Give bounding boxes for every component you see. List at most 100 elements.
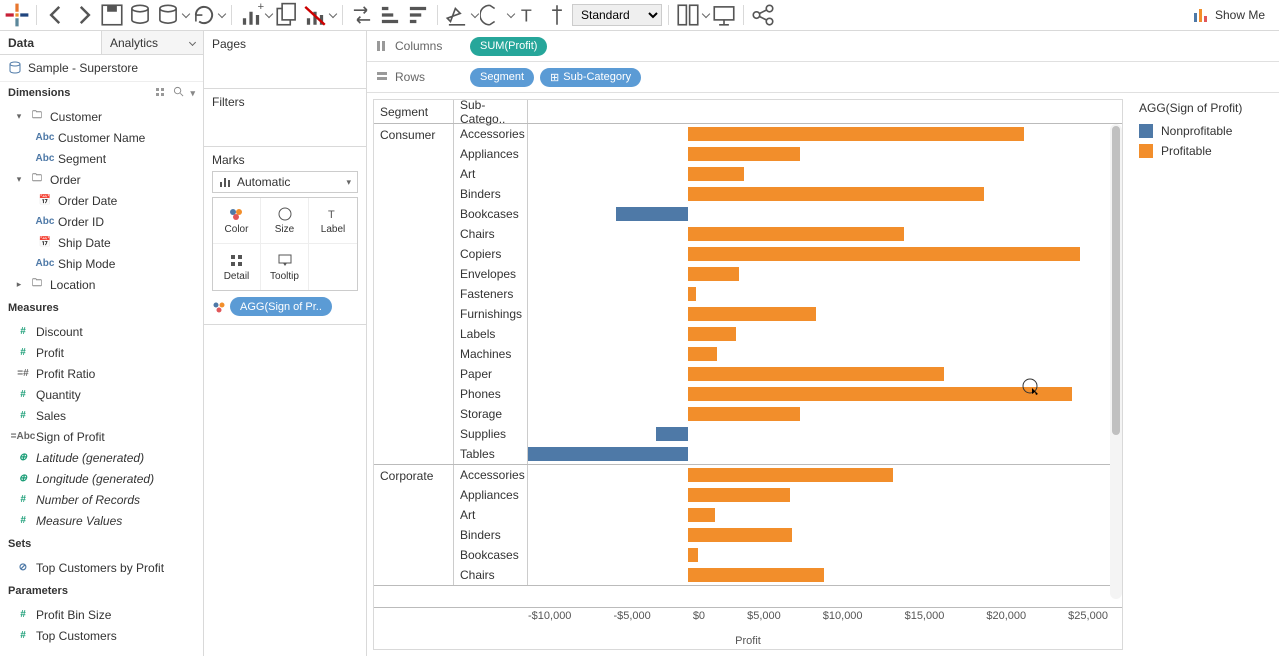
- bar[interactable]: [688, 287, 696, 301]
- datasource-dropdown[interactable]: [155, 2, 189, 28]
- subcategory-header[interactable]: Furnishings: [454, 304, 528, 324]
- bar[interactable]: [688, 267, 739, 281]
- back-icon[interactable]: [43, 2, 69, 28]
- header-subcategory[interactable]: Sub-Catego..: [454, 100, 528, 123]
- header-segment[interactable]: Segment: [374, 100, 454, 123]
- subcategory-header[interactable]: Labels: [454, 324, 528, 344]
- bar[interactable]: [688, 488, 790, 502]
- sort-asc-icon[interactable]: [377, 2, 403, 28]
- subcategory-header[interactable]: Accessories: [454, 124, 528, 144]
- clear-sheet-dropdown[interactable]: [302, 2, 336, 28]
- field-profit-bin-size[interactable]: #Profit Bin Size: [0, 604, 203, 625]
- show-me-button[interactable]: Show Me: [1183, 7, 1275, 23]
- field-top-customers-set[interactable]: ⊘Top Customers by Profit: [0, 557, 203, 578]
- subcategory-header[interactable]: Tables: [454, 444, 528, 464]
- bar[interactable]: [688, 347, 717, 361]
- bar[interactable]: [688, 548, 698, 562]
- bar[interactable]: [688, 387, 1072, 401]
- subcategory-header[interactable]: Fasteners: [454, 284, 528, 304]
- field-order-date[interactable]: 📅Order Date: [0, 190, 203, 211]
- folder-location[interactable]: ▸🗀Location: [0, 274, 203, 295]
- field-profit-ratio[interactable]: =#Profit Ratio: [0, 363, 203, 384]
- bar[interactable]: [656, 427, 688, 441]
- subcategory-header[interactable]: Phones: [454, 384, 528, 404]
- subcategory-header[interactable]: Binders: [454, 525, 528, 545]
- bar[interactable]: [688, 468, 893, 482]
- bar[interactable]: [688, 528, 792, 542]
- marks-label[interactable]: TLabel: [309, 198, 357, 244]
- pin-icon[interactable]: [544, 2, 570, 28]
- tab-analytics[interactable]: Analytics: [101, 31, 203, 54]
- subcategory-header[interactable]: Paper: [454, 364, 528, 384]
- bar[interactable]: [688, 167, 744, 181]
- subcategory-header[interactable]: Envelopes: [454, 264, 528, 284]
- subcategory-header[interactable]: Bookcases: [454, 204, 528, 224]
- tableau-logo-icon[interactable]: [4, 2, 30, 28]
- subcategory-header[interactable]: Copiers: [454, 244, 528, 264]
- bar[interactable]: [688, 307, 816, 321]
- rows-shelf[interactable]: Rows Segment ⊞Sub-Category: [367, 62, 1279, 93]
- subcategory-header[interactable]: Storage: [454, 404, 528, 424]
- refresh-dropdown[interactable]: [191, 2, 225, 28]
- field-longitude[interactable]: ⊕Longitude (generated): [0, 468, 203, 489]
- subcategory-header[interactable]: Chairs: [454, 224, 528, 244]
- bar[interactable]: [688, 147, 800, 161]
- field-measure-values[interactable]: #Measure Values: [0, 510, 203, 531]
- presentation-icon[interactable]: [711, 2, 737, 28]
- bar[interactable]: [688, 407, 800, 421]
- legend-item-nonprofitable[interactable]: Nonprofitable: [1139, 121, 1269, 141]
- color-pill[interactable]: AGG(Sign of Pr..: [230, 297, 332, 316]
- viz-canvas[interactable]: Segment Sub-Catego.. ConsumerAccessories…: [373, 99, 1123, 650]
- bar[interactable]: [688, 327, 736, 341]
- bar[interactable]: [528, 447, 688, 461]
- sort-desc-icon[interactable]: [405, 2, 431, 28]
- share-icon[interactable]: [750, 2, 776, 28]
- menu-icon[interactable]: ▾: [190, 88, 195, 99]
- pages-shelf[interactable]: Pages: [204, 31, 366, 89]
- legend-item-profitable[interactable]: Profitable: [1139, 141, 1269, 161]
- list-view-icon[interactable]: [155, 87, 167, 99]
- folder-customer[interactable]: ▾🗀Customer: [0, 106, 203, 127]
- subcategory-header[interactable]: Binders: [454, 184, 528, 204]
- field-segment[interactable]: AbcSegment: [0, 148, 203, 169]
- scrollbar[interactable]: [1110, 124, 1122, 599]
- subcategory-header[interactable]: Art: [454, 164, 528, 184]
- bar[interactable]: [688, 568, 824, 582]
- marks-color[interactable]: Color: [213, 198, 261, 244]
- duplicate-sheet-icon[interactable]: [274, 2, 300, 28]
- bar[interactable]: [688, 508, 715, 522]
- fit-selector[interactable]: Standard: [572, 4, 662, 26]
- bar[interactable]: [616, 207, 688, 221]
- field-sign-of-profit[interactable]: =AbcSign of Profit: [0, 426, 203, 447]
- segment-header[interactable]: Consumer: [374, 124, 454, 464]
- filters-shelf[interactable]: Filters: [204, 89, 366, 147]
- columns-shelf[interactable]: Columns SUM(Profit): [367, 31, 1279, 62]
- marks-tooltip[interactable]: Tooltip: [261, 244, 309, 290]
- save-icon[interactable]: [99, 2, 125, 28]
- subcategory-header[interactable]: Bookcases: [454, 545, 528, 565]
- subcategory-header[interactable]: Appliances: [454, 144, 528, 164]
- bar[interactable]: [688, 367, 944, 381]
- tab-data[interactable]: Data: [0, 31, 101, 54]
- subcategory-header[interactable]: Supplies: [454, 424, 528, 444]
- forward-icon[interactable]: [71, 2, 97, 28]
- new-sheet-dropdown[interactable]: +: [238, 2, 272, 28]
- rows-pill-segment[interactable]: Segment: [470, 68, 534, 87]
- rows-pill-subcategory[interactable]: ⊞Sub-Category: [540, 68, 641, 87]
- field-latitude[interactable]: ⊕Latitude (generated): [0, 447, 203, 468]
- mark-type-selector[interactable]: Automatic ▾: [212, 171, 358, 193]
- cards-dropdown[interactable]: [675, 2, 709, 28]
- field-customer-name[interactable]: AbcCustomer Name: [0, 127, 203, 148]
- group-dropdown[interactable]: [480, 2, 514, 28]
- bar[interactable]: [688, 247, 1080, 261]
- field-ship-date[interactable]: 📅Ship Date: [0, 232, 203, 253]
- search-icon[interactable]: [173, 86, 184, 100]
- field-top-customers-param[interactable]: #Top Customers: [0, 625, 203, 646]
- field-num-records[interactable]: #Number of Records: [0, 489, 203, 510]
- bar[interactable]: [688, 227, 904, 241]
- subcategory-header[interactable]: Appliances: [454, 485, 528, 505]
- field-ship-mode[interactable]: AbcShip Mode: [0, 253, 203, 274]
- field-sales[interactable]: #Sales: [0, 405, 203, 426]
- field-discount[interactable]: #Discount: [0, 321, 203, 342]
- subcategory-header[interactable]: Machines: [454, 344, 528, 364]
